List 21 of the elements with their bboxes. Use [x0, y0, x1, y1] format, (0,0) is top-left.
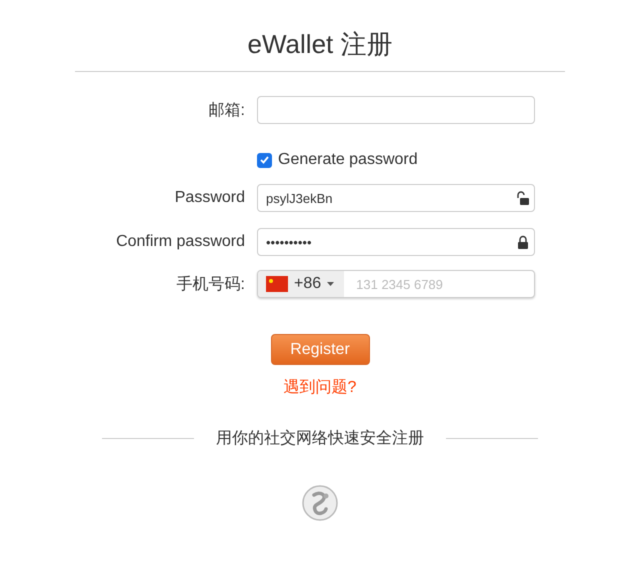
field-label: Confirm password [115, 233, 245, 251]
password-field[interactable]: psylJ3ekBn [257, 184, 535, 212]
country-code-select[interactable]: +86 [258, 271, 344, 297]
checkbox-label: Generate password [278, 151, 418, 169]
email-field[interactable] [257, 96, 535, 124]
password-field[interactable]: •••••••••• [257, 228, 535, 256]
flag-icon [266, 276, 288, 292]
field-label: Password [174, 189, 245, 207]
check-icon [260, 156, 269, 164]
field-label: 邮箱: [208, 100, 245, 120]
social-login-icon[interactable] [302, 485, 338, 521]
field-label: 手机号码: [176, 274, 245, 294]
phone-number-input[interactable]: 131 2345 6789 [344, 272, 534, 296]
checkbox[interactable] [257, 152, 272, 168]
phone-field[interactable]: +86 131 2345 6789 [257, 270, 535, 298]
social-divider-text: 用你的社交网络快速安全注册 [216, 428, 424, 449]
lock-icon [517, 235, 529, 249]
unlocked-lock-icon [517, 191, 529, 205]
help-link[interactable]: 遇到问题? [284, 377, 356, 398]
page-title: eWallet 注册 [248, 28, 392, 61]
caret-icon [327, 282, 334, 286]
